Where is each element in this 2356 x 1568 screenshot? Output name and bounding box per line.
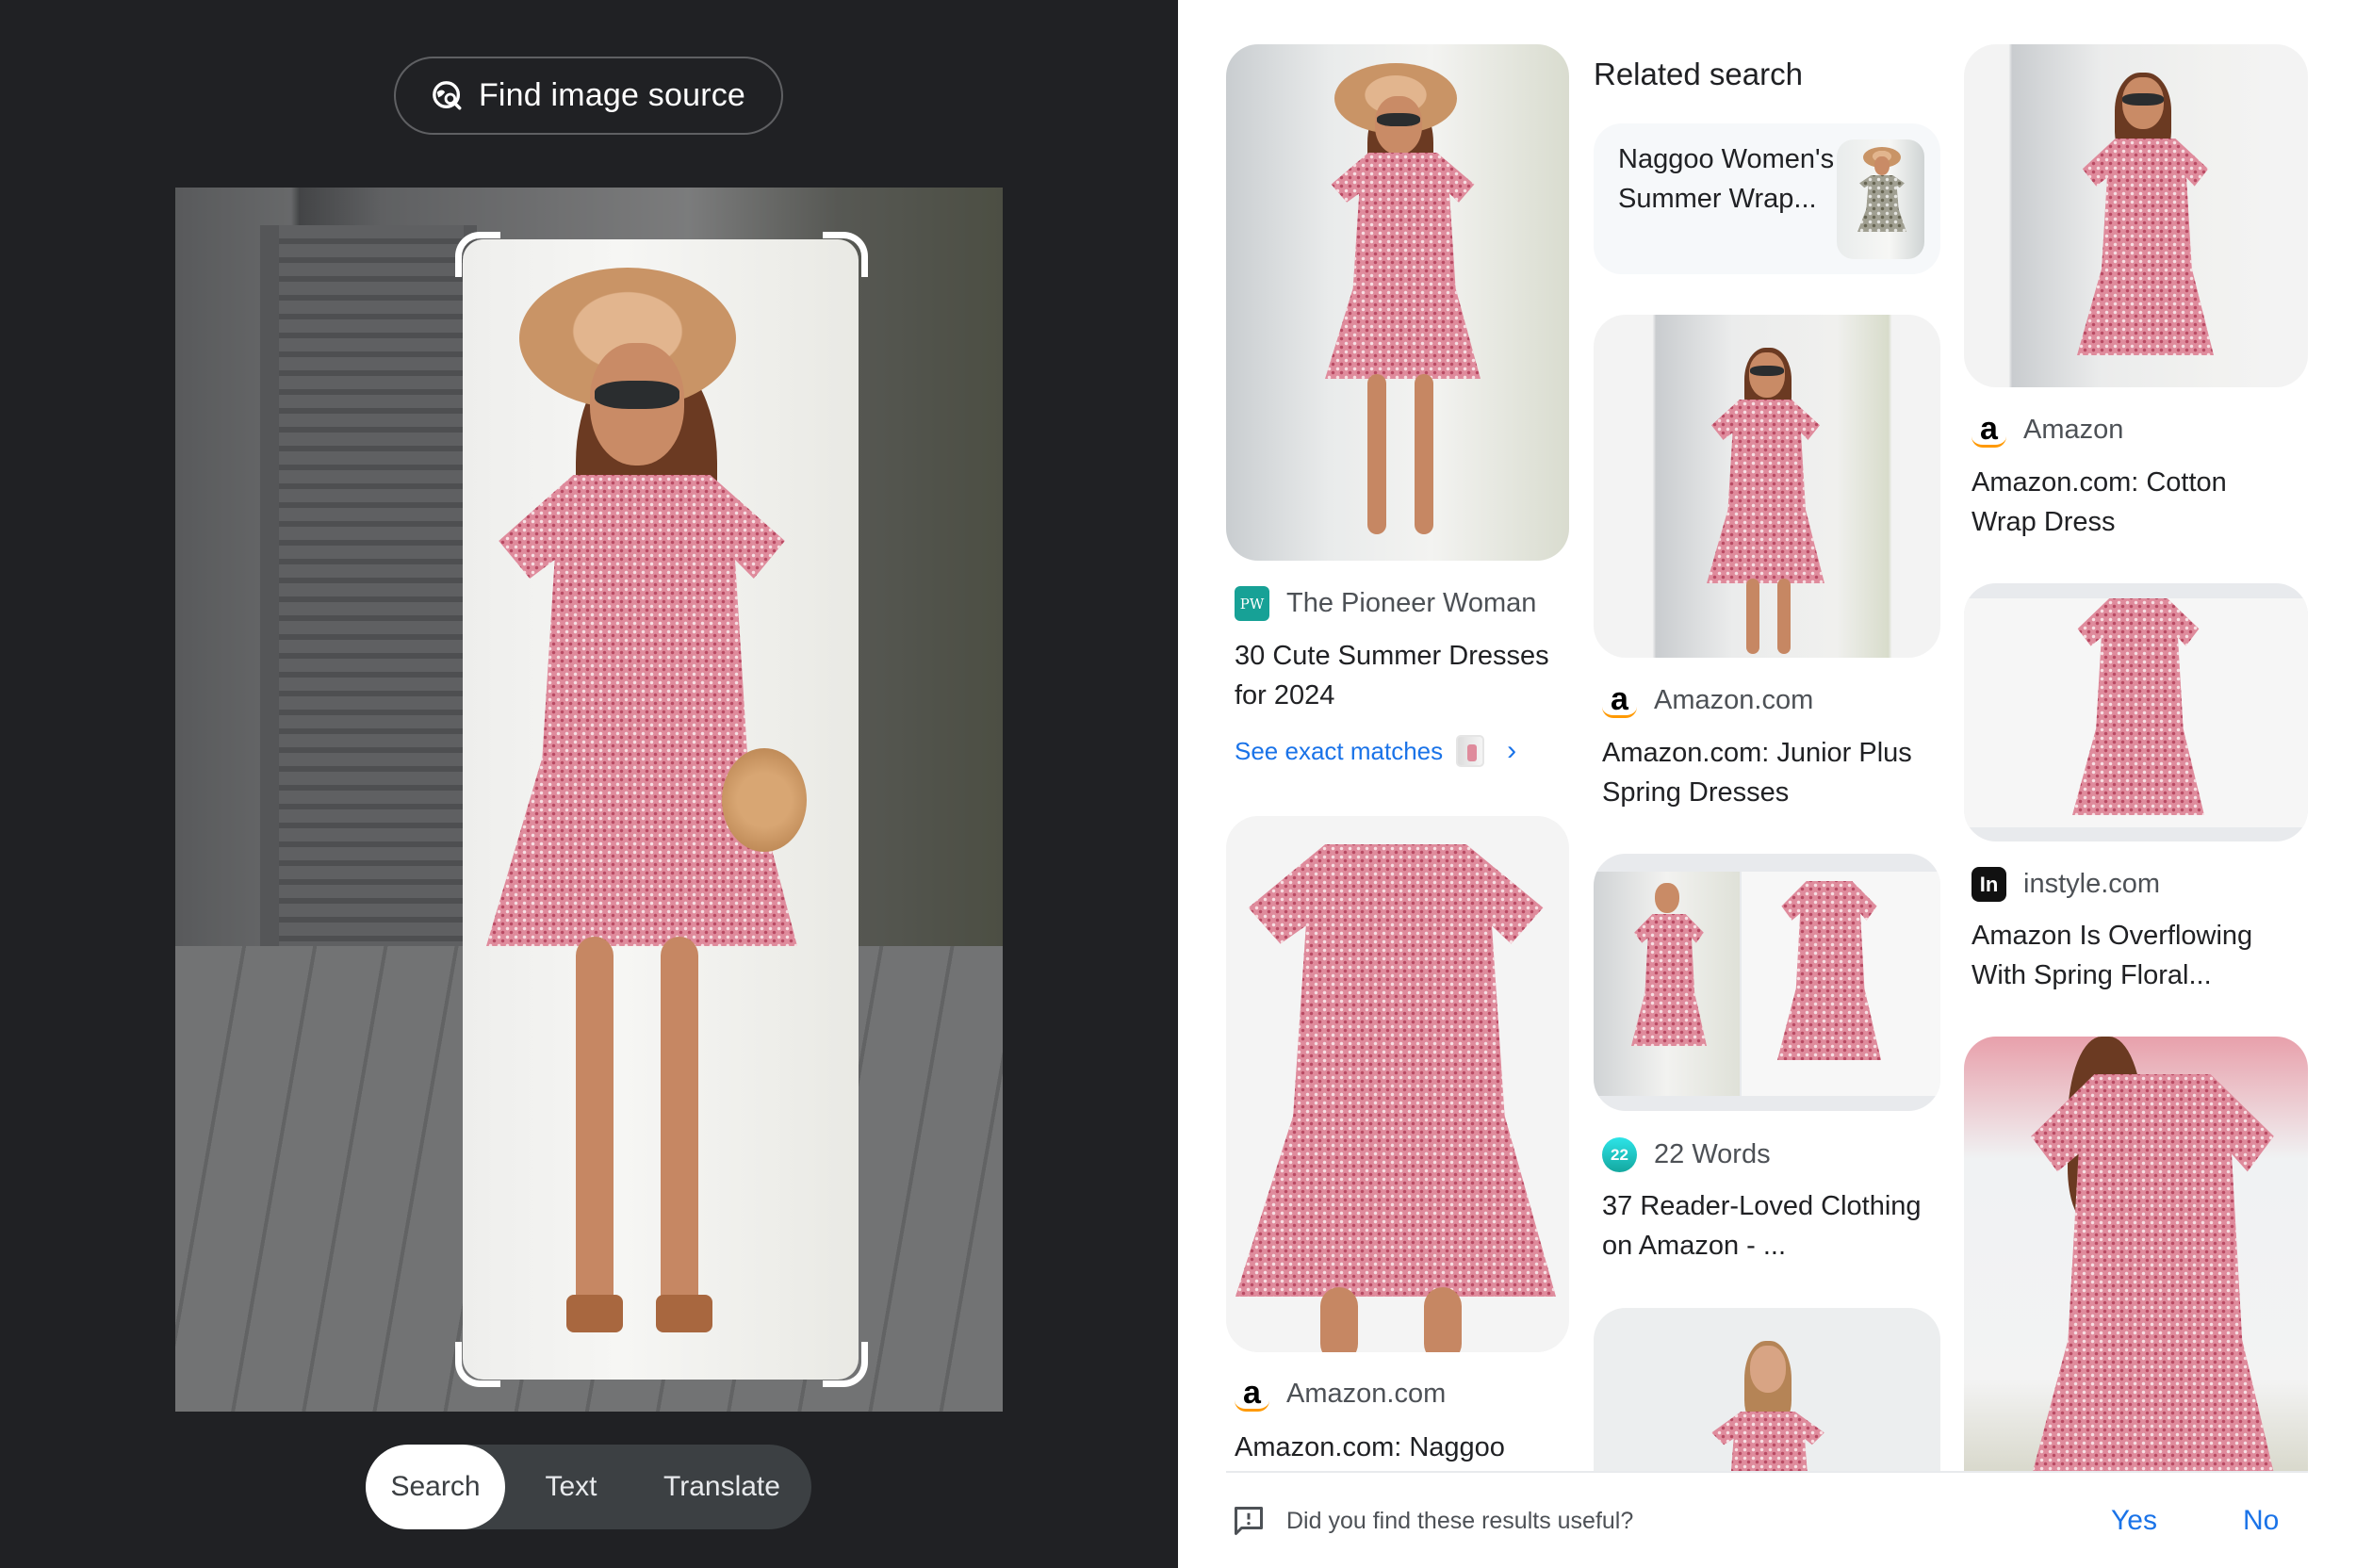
amazon-logo-icon: a	[1602, 683, 1637, 718]
feedback-divider	[1226, 1471, 2308, 1473]
see-exact-matches-link[interactable]: See exact matches ›	[1235, 735, 1516, 767]
find-image-source-label: Find image source	[478, 77, 746, 113]
feedback-no-button[interactable]: No	[2243, 1502, 2279, 1540]
amazon-logo-icon: a	[1972, 413, 2006, 448]
related-search-text: Naggoo Women's Summer Wrap...	[1618, 144, 1835, 214]
mode-switcher: Search Text Translate	[366, 1445, 811, 1529]
source-photo	[175, 188, 1003, 1412]
feedback-yes-button[interactable]: Yes	[2111, 1502, 2157, 1540]
image-search-icon	[433, 80, 462, 109]
result-source-1[interactable]: PW The Pioneer Woman	[1235, 586, 1536, 621]
result-title-5[interactable]: 37 Reader-Loved Clothing on Amazon - ...	[1602, 1186, 1922, 1266]
source-name: Amazon	[2023, 415, 2124, 445]
result-title-4[interactable]: Amazon Is Overflowing With Spring Floral…	[1972, 916, 2311, 995]
source-name: Amazon.com	[1286, 1379, 1447, 1409]
feedback-question: Did you find these results useful?	[1286, 1507, 1634, 1534]
selected-region[interactable]	[463, 239, 859, 1380]
lens-image-panel: Find image source Search Text Translate	[0, 0, 1178, 1568]
chevron-right-icon: ›	[1507, 735, 1517, 766]
see-exact-matches-label: See exact matches	[1235, 736, 1444, 765]
feedback-icon	[1235, 1507, 1263, 1535]
result-image-4[interactable]	[1964, 583, 2308, 841]
result-image-5[interactable]	[1594, 854, 1940, 1111]
result-image-6[interactable]	[1226, 816, 1569, 1352]
22-words-logo-icon: 22	[1602, 1137, 1637, 1172]
result-source-2[interactable]: a Amazon	[1972, 413, 2123, 448]
feedback-prompt: Did you find these results useful?	[1232, 1502, 1633, 1540]
exact-match-thumbnail	[1456, 735, 1485, 767]
instyle-logo-icon: In	[1972, 867, 2006, 902]
result-title-1[interactable]: 30 Cute Summer Dresses for 2024	[1235, 636, 1555, 715]
source-name: instyle.com	[2023, 869, 2161, 899]
result-source-4[interactable]: In instyle.com	[1972, 867, 2160, 902]
results-panel: PW The Pioneer Woman 30 Cute Summer Dres…	[1178, 0, 2356, 1568]
related-search-card[interactable]: Naggoo Women's Summer Wrap...	[1594, 123, 1940, 274]
mode-search[interactable]: Search	[366, 1445, 505, 1529]
result-image-7[interactable]	[1594, 1308, 1940, 1471]
result-source-3[interactable]: a Amazon.com	[1602, 683, 1813, 718]
pioneer-woman-logo-icon: PW	[1235, 586, 1269, 621]
source-name: The Pioneer Woman	[1286, 588, 1537, 618]
result-image-8[interactable]	[1964, 1037, 2308, 1471]
mode-translate[interactable]: Translate	[637, 1445, 807, 1529]
result-title-6[interactable]: Amazon.com: Naggoo	[1235, 1428, 1555, 1467]
crop-handle-bottom-left[interactable]	[455, 1342, 500, 1387]
result-source-6[interactable]: a Amazon.com	[1235, 1377, 1446, 1412]
crop-handle-top-right[interactable]	[823, 232, 868, 277]
related-search-heading: Related search	[1594, 57, 1803, 91]
related-search-thumbnail	[1837, 139, 1924, 259]
source-name: 22 Words	[1654, 1139, 1771, 1169]
result-title-2[interactable]: Amazon.com: Cotton Wrap Dress	[1972, 463, 2292, 542]
results-grid: PW The Pioneer Woman 30 Cute Summer Dres…	[1178, 0, 2356, 1471]
crop-handle-top-left[interactable]	[455, 232, 500, 277]
mode-text[interactable]: Text	[505, 1445, 637, 1529]
result-image-2[interactable]	[1964, 44, 2308, 387]
find-image-source-button[interactable]: Find image source	[394, 57, 783, 135]
result-title-3[interactable]: Amazon.com: Junior Plus Spring Dresses	[1602, 733, 1922, 812]
result-image-3[interactable]	[1594, 315, 1940, 658]
result-source-5[interactable]: 22 22 Words	[1602, 1137, 1771, 1172]
amazon-logo-icon: a	[1235, 1377, 1269, 1412]
source-name: Amazon.com	[1654, 685, 1814, 715]
result-image-1[interactable]	[1226, 44, 1569, 561]
model-figure	[463, 239, 859, 1380]
